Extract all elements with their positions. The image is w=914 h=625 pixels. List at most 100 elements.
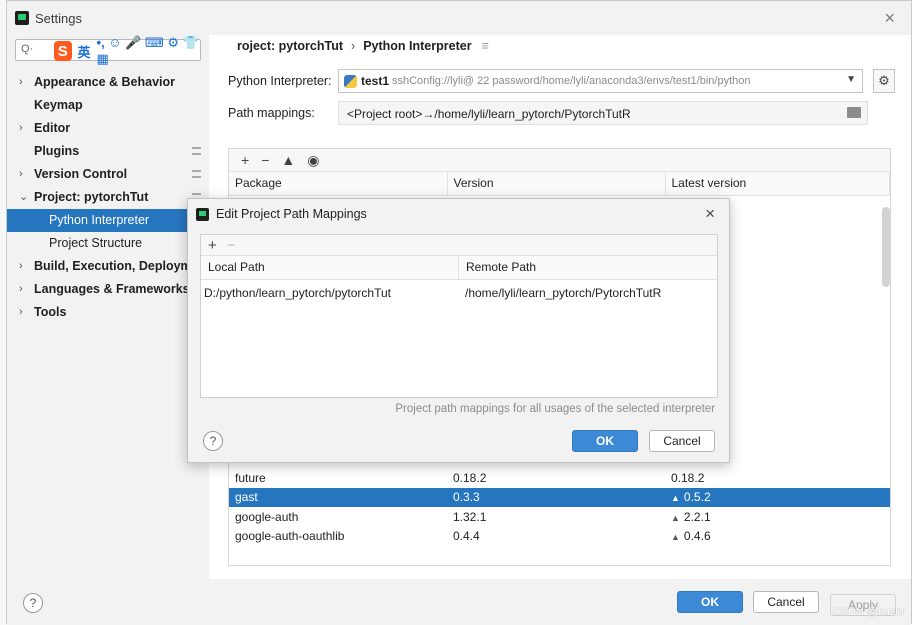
sidebar-item-label: Keymap	[34, 98, 83, 112]
package-latest: 0.18.2	[665, 468, 890, 488]
column-header[interactable]: Version	[447, 172, 666, 196]
table-row[interactable]: google-auth 1.32.1 ▲ 2.2.1	[229, 507, 890, 527]
close-icon[interactable]: ×	[705, 204, 715, 224]
sidebar-item-label: Languages & Frameworks	[34, 282, 190, 296]
sidebar-item[interactable]: Plugins	[7, 140, 209, 163]
package-version: 1.32.1	[447, 507, 665, 527]
dialog-title: Edit Project Path Mappings	[216, 207, 367, 221]
close-icon[interactable]: ×	[884, 8, 895, 29]
dialog-ok-button[interactable]: OK	[572, 430, 638, 452]
chevron-right-icon[interactable]: ›	[19, 163, 23, 186]
sidebar-item-label: Python Interpreter	[49, 213, 150, 227]
help-button[interactable]: ?	[23, 593, 43, 613]
package-latest: ▲ 0.5.2	[665, 487, 890, 507]
title-bar: Settings ×	[7, 1, 911, 35]
eye-icon[interactable]: ◉	[307, 152, 319, 169]
table-row[interactable]: D:/python/learn_pytorch/pytorchTut/home/…	[201, 280, 717, 306]
sidebar-item-label: Plugins	[34, 144, 80, 158]
sidebar-item[interactable]: ⌄ Project: pytorchTut	[7, 186, 209, 209]
column-local-path[interactable]: Local Path	[201, 256, 459, 279]
package-name-text: gast	[235, 490, 258, 505]
package-latest-text: 0.18.2	[671, 470, 705, 485]
table-row[interactable]: future 0.18.2 0.18.2	[229, 468, 890, 488]
mappings-table: + − Local Path Remote Path D:/python/lea…	[200, 234, 718, 398]
search-input[interactable]: Q· S 英 •, ☺ 🎤 ⌨ ⚙ 👕 ▦	[15, 35, 201, 66]
column-header[interactable]: Latest version	[665, 172, 890, 196]
remove-icon[interactable]: −	[227, 237, 236, 254]
package-latest: ▲ 2.2.1	[665, 507, 890, 527]
chevron-down-icon[interactable]: ▼	[846, 74, 856, 85]
sogou-ime-icon[interactable]: S	[54, 41, 72, 61]
path-mappings-value: <Project root>→/home/lyli/learn_pytorch/…	[347, 107, 631, 121]
package-version-text: 0.4.4	[453, 529, 480, 544]
chevron-right-icon[interactable]: ›	[19, 278, 23, 301]
packages-toolbar: + − ▲ ◉	[229, 149, 890, 172]
table-header: Package Version Latest version	[229, 172, 890, 196]
sidebar-item[interactable]: Project Structure	[7, 232, 209, 255]
chevron-down-icon[interactable]: ⌄	[19, 186, 28, 209]
project-level-icon	[192, 147, 201, 155]
sidebar-item[interactable]: › Languages & Frameworks	[7, 278, 209, 301]
folder-icon[interactable]	[847, 107, 861, 118]
interpreter-name: test1	[361, 74, 390, 88]
sidebar-item[interactable]: Keymap	[7, 94, 209, 117]
column-header[interactable]: Package	[229, 172, 448, 196]
interpreter-label: Python Interpreter:	[228, 74, 332, 88]
upgrade-available-icon: ▲	[671, 532, 680, 543]
help-button[interactable]: ?	[203, 431, 223, 451]
sidebar-item-label: Appearance & Behavior	[34, 75, 176, 89]
sidebar-item[interactable]: › Version Control	[7, 163, 209, 186]
ime-toolbar: S 英 •, ☺ 🎤 ⌨ ⚙ 👕 ▦	[54, 35, 200, 66]
chevron-right-icon[interactable]: ›	[19, 255, 23, 278]
sidebar-item[interactable]: › Appearance & Behavior	[7, 71, 209, 94]
package-version: 0.3.3	[447, 487, 665, 507]
package-name-text: google-auth	[235, 509, 299, 524]
breadcrumb-project: roject: pytorchTut	[237, 39, 344, 53]
package-name-text: google-auth-oauthlib	[235, 529, 345, 544]
mappings-toolbar: + −	[201, 235, 717, 256]
dialog-title-bar: Edit Project Path Mappings ×	[188, 199, 729, 229]
package-version-text: 1.32.1	[453, 509, 487, 524]
sidebar-item-label: Tools	[34, 305, 67, 319]
chevron-right-icon[interactable]: ›	[19, 301, 23, 324]
column-remote-path[interactable]: Remote Path	[459, 256, 536, 279]
upgrade-icon[interactable]: ▲	[281, 152, 295, 168]
watermark: CSDN @kushr	[832, 606, 905, 618]
sidebar: Q· S 英 •, ☺ 🎤 ⌨ ⚙ 👕 ▦ › Appearance & Beha…	[7, 35, 209, 579]
ime-tool-icons[interactable]: •, ☺ 🎤 ⌨ ⚙ 👕 ▦	[97, 35, 200, 67]
ok-button[interactable]: OK	[677, 591, 743, 613]
mappings-hint: Project path mappings for all usages of …	[395, 403, 715, 415]
chevron-right-icon[interactable]: ›	[19, 117, 23, 140]
dialog-cancel-button[interactable]: Cancel	[649, 430, 715, 452]
table-row[interactable]: gast 0.3.3 ▲ 0.5.2	[229, 487, 890, 507]
menu-icon[interactable]: ≡	[482, 39, 489, 53]
package-version-text: 0.18.2	[453, 470, 487, 485]
gear-icon[interactable]: ⚙	[873, 69, 895, 93]
ime-language-toggle[interactable]: 英	[78, 42, 91, 61]
bottom-bar: ? OK Cancel Apply CSDN @kushr	[7, 579, 911, 625]
add-icon[interactable]: +	[241, 152, 249, 168]
sidebar-item-label: Project: pytorchTut	[34, 190, 149, 204]
remove-icon[interactable]: −	[261, 152, 269, 168]
local-path-cell[interactable]: D:/python/learn_pytorch/pytorchTut	[201, 280, 462, 306]
vertical-scrollbar[interactable]	[882, 207, 890, 287]
remote-path-cell[interactable]: /home/lyli/learn_pytorch/PytorchTutR	[462, 280, 661, 306]
add-icon[interactable]: +	[208, 237, 217, 254]
cancel-button[interactable]: Cancel	[753, 591, 819, 613]
package-version: 0.4.4	[447, 527, 665, 547]
sidebar-item-label: Build, Execution, Deploymen	[34, 259, 207, 273]
package-latest-text: 2.2.1	[683, 509, 711, 524]
sidebar-item[interactable]: › Tools	[7, 301, 209, 324]
breadcrumb: roject: pytorchTut › Python Interpreter ≡	[237, 39, 489, 53]
pycharm-icon	[15, 11, 29, 25]
sidebar-item[interactable]: › Build, Execution, Deploymen	[7, 255, 209, 278]
interpreter-select[interactable]: test1 sshConfig://lyli@ 22 password/home…	[338, 69, 863, 93]
chevron-right-icon[interactable]: ›	[19, 71, 23, 94]
sidebar-item[interactable]: › Editor	[7, 117, 209, 140]
search-icon: Q·	[21, 43, 34, 55]
breadcrumb-separator: ›	[351, 39, 356, 53]
path-mappings-field[interactable]: <Project root>→/home/lyli/learn_pytorch/…	[338, 101, 868, 125]
table-row[interactable]: google-auth-oauthlib 0.4.4 ▲ 0.4.6	[229, 527, 890, 547]
package-name: google-auth-oauthlib	[229, 527, 447, 547]
sidebar-item[interactable]: Python Interpreter	[7, 209, 209, 232]
